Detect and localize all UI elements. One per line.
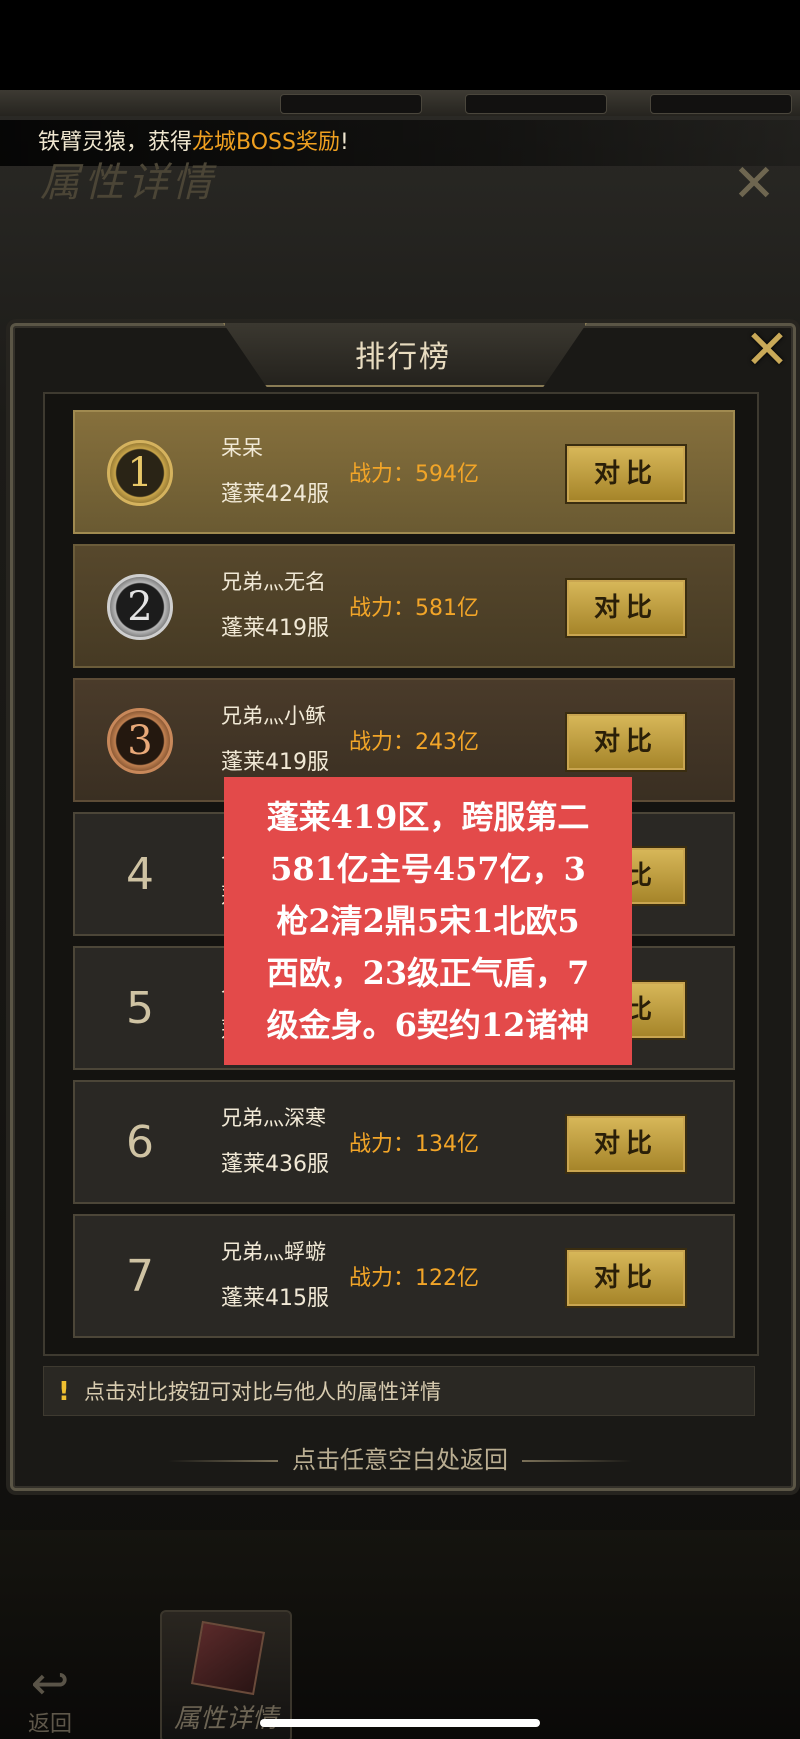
back-arrow-icon: ↩ bbox=[30, 1656, 70, 1710]
panel-title: 排行榜 bbox=[355, 340, 451, 375]
caption-line: 西欧，23级正气盾，7 bbox=[266, 954, 590, 992]
resource-slot bbox=[280, 94, 422, 114]
back-hint[interactable]: 点击任意空白处返回 bbox=[0, 1440, 800, 1475]
bottom-bar: ↩ 返回 属性详情 bbox=[0, 1530, 800, 1739]
rank-medal-silver-icon: 2 bbox=[107, 574, 173, 640]
caption-overlay: 蓬莱419区，跨服第二 581亿主号457亿，3 枪2清2鼎5宋1北欧5 西欧，… bbox=[224, 777, 632, 1065]
rank-number: 7 bbox=[126, 1251, 154, 1302]
player-name: 兄弟灬蜉蝣 bbox=[221, 1240, 326, 1264]
player-server: 蓬莱419服 bbox=[221, 750, 329, 775]
rank-number: 4 bbox=[126, 849, 154, 900]
player-power: 战力：122亿 bbox=[349, 1266, 479, 1291]
rank-number: 6 bbox=[126, 1117, 154, 1168]
divider-left bbox=[168, 1460, 278, 1462]
divider-right bbox=[522, 1460, 632, 1462]
compare-button[interactable]: 对比 bbox=[565, 578, 687, 638]
player-power: 战力：134亿 bbox=[349, 1132, 479, 1157]
player-power: 战力：581亿 bbox=[349, 596, 479, 621]
player-server: 蓬莱419服 bbox=[221, 616, 329, 641]
caption-line: 581亿主号457亿，3 bbox=[270, 850, 586, 888]
rank-medal-bronze-icon: 3 bbox=[107, 708, 173, 774]
player-name: 兄弟灬小稣 bbox=[221, 704, 326, 728]
resource-slot bbox=[465, 94, 607, 114]
top-resource-bar bbox=[0, 90, 800, 116]
tip-text: 点击对比按钮可对比与他人的属性详情 bbox=[84, 1380, 441, 1404]
player-name: 兄弟灬无名 bbox=[221, 570, 326, 594]
announcement-suffix: ! bbox=[339, 130, 349, 155]
tip-bar: ! 点击对比按钮可对比与他人的属性详情 bbox=[43, 1366, 755, 1416]
back-button[interactable]: ↩ 返回 bbox=[10, 1660, 90, 1739]
home-indicator[interactable] bbox=[260, 1719, 540, 1727]
back-hint-text: 点击任意空白处返回 bbox=[292, 1446, 508, 1474]
player-name: 兄弟灬深寒 bbox=[221, 1106, 326, 1130]
player-power: 战力：594亿 bbox=[349, 462, 479, 487]
player-power: 战力：243亿 bbox=[349, 730, 479, 755]
compare-button[interactable]: 对比 bbox=[565, 1114, 687, 1174]
ranking-row: 6 兄弟灬深寒 蓬莱436服 战力：134亿 对比 bbox=[73, 1080, 735, 1204]
background-close-icon[interactable]: ✕ bbox=[728, 158, 780, 210]
caption-line: 枪2清2鼎5宋1北欧5 bbox=[276, 902, 580, 940]
player-server: 蓬莱424服 bbox=[221, 482, 329, 507]
compare-button[interactable]: 对比 bbox=[565, 1248, 687, 1308]
treasure-box-icon bbox=[190, 1620, 266, 1696]
back-label: 返回 bbox=[27, 1712, 72, 1737]
caption-line: 蓬莱419区，跨服第二 bbox=[266, 798, 590, 836]
compare-button[interactable]: 对比 bbox=[565, 712, 687, 772]
ranking-row: 7 兄弟灬蜉蝣 蓬莱415服 战力：122亿 对比 bbox=[73, 1214, 735, 1338]
caption-line: 级金身。6契约12诸神 bbox=[266, 1006, 590, 1044]
close-icon[interactable]: ✕ bbox=[737, 320, 797, 380]
rank-medal-gold-icon: 1 bbox=[107, 440, 173, 506]
compare-button[interactable]: 对比 bbox=[565, 444, 687, 504]
resource-slot bbox=[650, 94, 792, 114]
ranking-row: 2 兄弟灬无名 蓬莱419服 战力：581亿 对比 bbox=[73, 544, 735, 668]
player-name: 呆呆 bbox=[221, 436, 263, 460]
background-title: 属性详情 bbox=[40, 160, 216, 206]
ranking-row: 1 呆呆 蓬莱424服 战力：594亿 对比 bbox=[73, 410, 735, 534]
rank-number: 5 bbox=[126, 983, 154, 1034]
exclamation-icon: ! bbox=[58, 1377, 70, 1407]
player-server: 蓬莱436服 bbox=[221, 1152, 329, 1177]
attributes-label: 属性详情 bbox=[173, 1704, 278, 1734]
player-server: 蓬莱415服 bbox=[221, 1286, 329, 1311]
